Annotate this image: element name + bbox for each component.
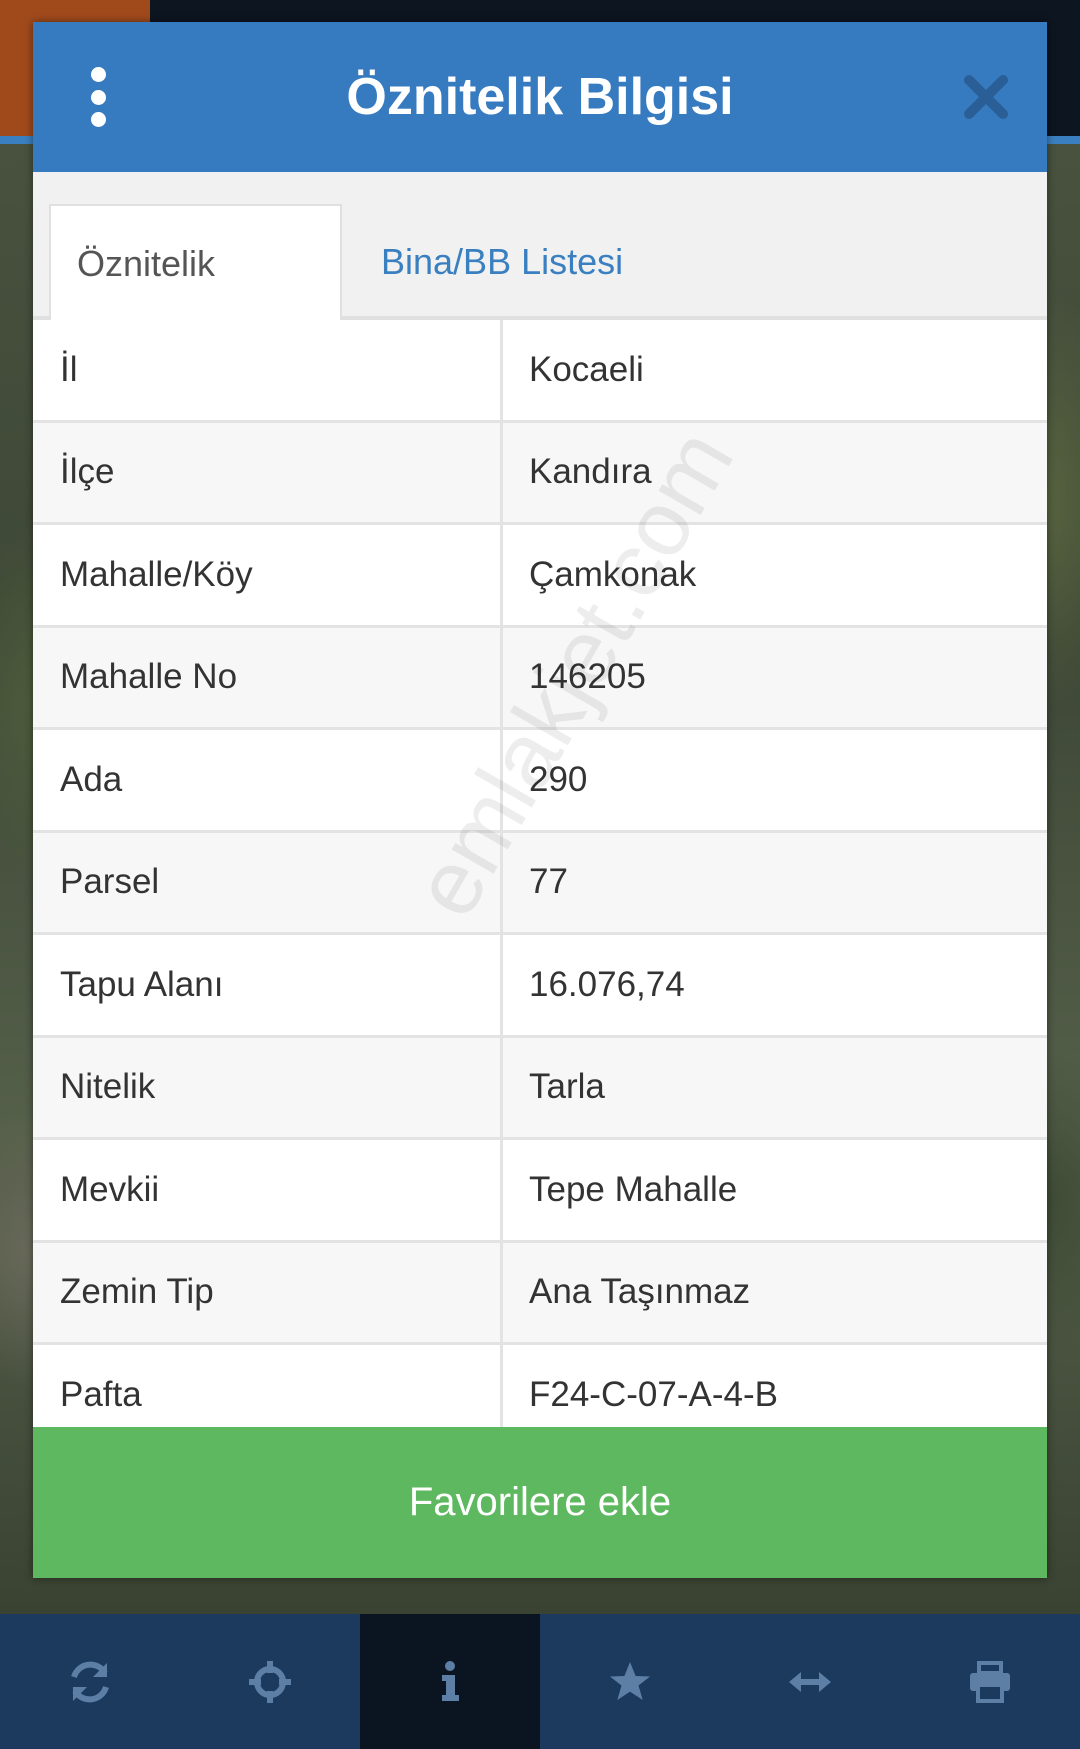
locate-button[interactable] (180, 1614, 360, 1749)
dialog-header: Öznitelik Bilgisi (33, 22, 1047, 172)
table-row: Nitelik Tarla (33, 1037, 1047, 1140)
attribute-label: Parsel (33, 832, 503, 932)
table-row: Mahalle/Köy Çamkonak (33, 525, 1047, 628)
attribute-label: Mevkii (33, 1140, 503, 1240)
star-icon (610, 1661, 650, 1700)
table-row: Mahalle No 146205 (33, 627, 1047, 730)
print-icon (970, 1660, 1010, 1703)
close-icon[interactable] (963, 74, 1009, 120)
table-row: Ada 290 (33, 730, 1047, 833)
attribute-value: Kocaeli (529, 349, 644, 389)
attribute-label: İl (33, 320, 503, 420)
table-row: Parsel 77 (33, 832, 1047, 935)
attribute-label: Zemin Tip (33, 1242, 503, 1342)
add-to-favorites-button[interactable]: Favorilere ekle (33, 1427, 1047, 1578)
attribute-value: 16.076,74 (529, 964, 685, 1004)
table-row: Zemin Tip Ana Taşınmaz (33, 1242, 1047, 1345)
attribute-value: 290 (529, 759, 588, 799)
measure-arrows-icon (789, 1671, 831, 1692)
table-row: Tapu Alanı 16.076,74 (33, 935, 1047, 1038)
refresh-icon (71, 1661, 109, 1702)
favorites-button[interactable] (540, 1614, 720, 1749)
bottom-toolbar (0, 1614, 1080, 1749)
dialog-title: Öznitelik Bilgisi (346, 68, 734, 126)
tab-attribute-info[interactable]: Öznitelik Bilgisi (49, 204, 342, 400)
attribute-dialog: Öznitelik Bilgisi Öznitelik Bilgisi Bina… (33, 22, 1047, 1578)
refresh-button[interactable] (0, 1614, 180, 1749)
attribute-table: İl Kocaeli İlçe Kandıra Mahalle/Köy Çamk… (33, 320, 1047, 1448)
attribute-value: Çamkonak (529, 554, 697, 594)
attribute-value: Tepe Mahalle (529, 1169, 738, 1209)
attribute-value: Kandıra (529, 452, 652, 492)
measure-button[interactable] (720, 1614, 900, 1749)
attribute-label: Ada (33, 730, 503, 830)
attribute-label: Nitelik (33, 1037, 503, 1137)
print-button[interactable] (900, 1614, 1080, 1749)
attribute-label: Mahalle/Köy (33, 525, 503, 625)
attribute-value: Ana Taşınmaz (529, 1272, 751, 1312)
attribute-value: Tarla (529, 1067, 605, 1107)
table-row: Mevkii Tepe Mahalle (33, 1140, 1047, 1243)
tab-building-list[interactable]: Bina/BB Listesi (355, 204, 649, 320)
table-row: İlçe Kandıra (33, 422, 1047, 525)
info-button[interactable] (360, 1614, 540, 1749)
attribute-label: Mahalle No (33, 627, 503, 727)
attribute-label: Tapu Alanı (33, 935, 503, 1035)
locate-crosshair-icon (249, 1660, 291, 1703)
tab-bar: Öznitelik Bilgisi Bina/BB Listesi (33, 172, 1047, 400)
table-row: İl Kocaeli (33, 320, 1047, 423)
info-icon (442, 1660, 459, 1701)
attribute-value: 146205 (529, 657, 646, 697)
attribute-label: İlçe (33, 422, 503, 522)
attribute-value: 77 (529, 862, 568, 902)
